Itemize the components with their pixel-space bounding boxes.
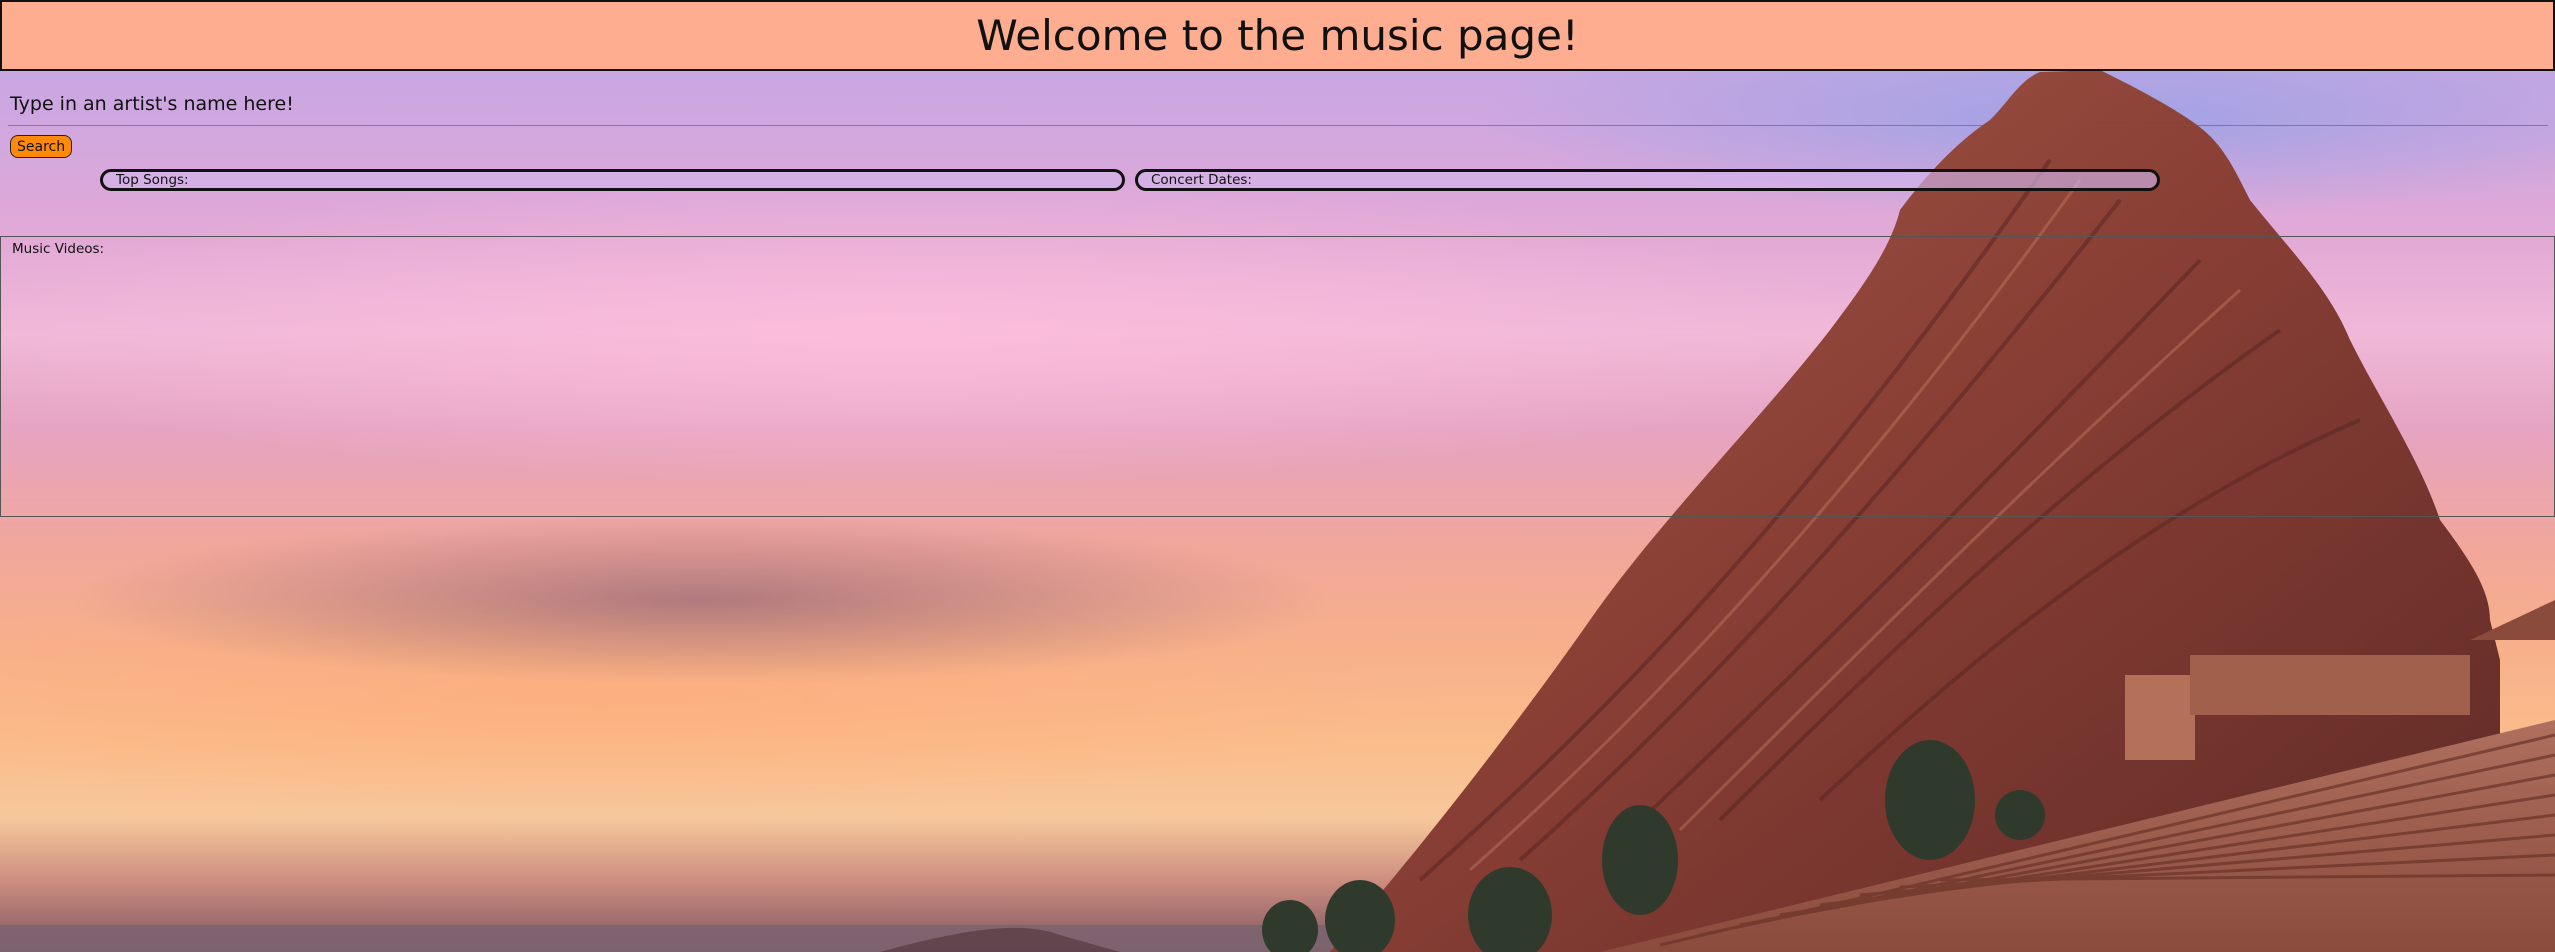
music-videos-label: Music Videos: (12, 241, 105, 257)
page-title: Welcome to the music page! (976, 11, 1579, 60)
artist-search-input[interactable] (8, 121, 2548, 126)
music-videos-panel: Music Videos: (0, 236, 2555, 517)
top-songs-label: Top Songs: (116, 172, 189, 188)
top-songs-box: Top Songs: (100, 169, 1125, 191)
search-button[interactable]: Search (10, 135, 73, 158)
concert-dates-label: Concert Dates: (1151, 172, 1252, 188)
artist-prompt-label: Type in an artist's name here! (10, 93, 294, 115)
page-header: Welcome to the music page! (0, 0, 2555, 71)
concert-dates-box: Concert Dates: (1135, 169, 2160, 191)
